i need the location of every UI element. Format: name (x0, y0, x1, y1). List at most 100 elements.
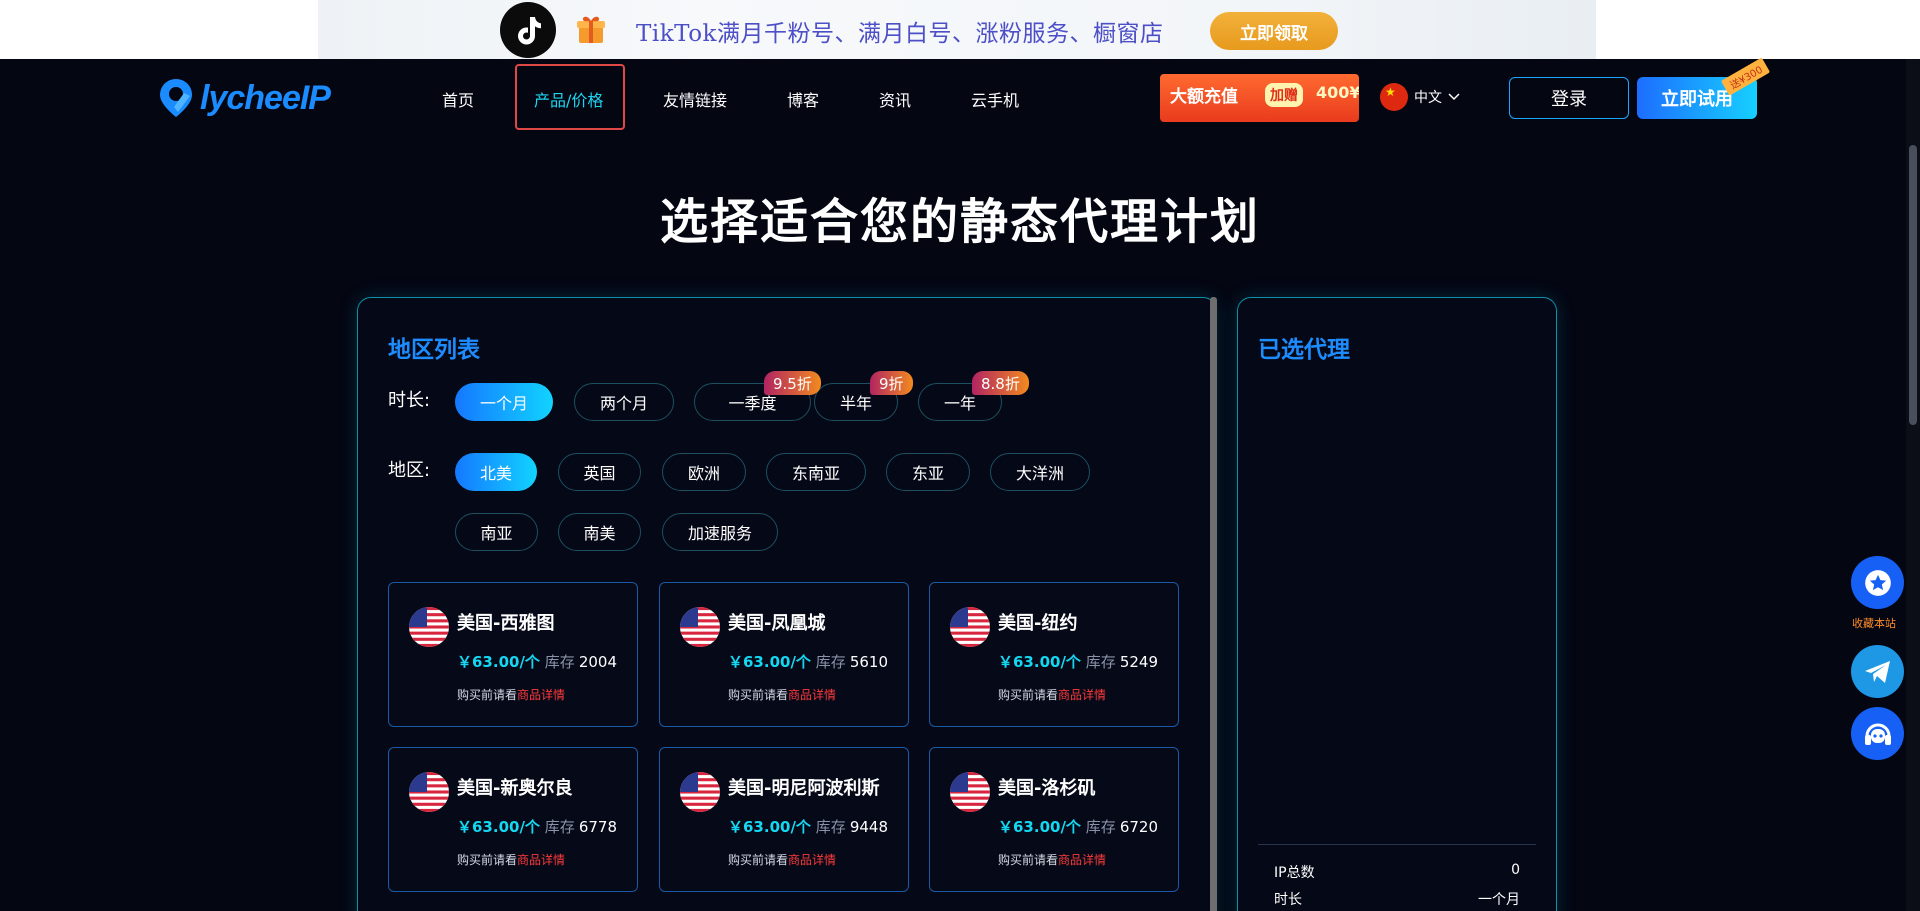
us-flag-icon (950, 772, 990, 812)
chevron-down-icon (1448, 93, 1460, 101)
nav-products-pricing[interactable]: 产品/价格 (534, 87, 603, 111)
favorite-site-button[interactable] (1851, 556, 1904, 609)
duration-row: 时长 一个月 (1274, 889, 1520, 909)
discount-badge: 8.8折 (972, 371, 1029, 395)
purchase-note: 购买前请看商品详情 (998, 851, 1106, 868)
region-east-asia[interactable]: 东亚 (886, 453, 970, 491)
location-stock: 库存 2004 (545, 651, 617, 672)
recharge-promo-banner[interactable]: 大额充值 加赠 400¥ (1160, 74, 1359, 122)
product-details-link[interactable]: 商品详情 (517, 688, 565, 702)
stock-label: 库存 (815, 653, 846, 671)
stock-label: 库存 (544, 653, 575, 671)
duration-label: 时长: (388, 390, 431, 411)
location-card[interactable]: 美国-新奥尔良 ￥63.00/个 库存 6778 购买前请看商品详情 (388, 747, 638, 892)
nav-blog[interactable]: 博客 (787, 87, 819, 111)
selected-duration-value: 一个月 (1478, 892, 1520, 908)
duration-two-months[interactable]: 两个月 (574, 383, 674, 421)
telegram-icon (1864, 660, 1890, 683)
stock-label: 库存 (544, 818, 575, 836)
tiktok-icon (500, 2, 556, 58)
nav-cloud-phone[interactable]: 云手机 (971, 87, 1019, 111)
stock-label: 库存 (1085, 818, 1116, 836)
nav-home[interactable]: 首页 (442, 87, 474, 111)
customer-service-button[interactable] (1851, 707, 1904, 760)
region-acceleration-service[interactable]: 加速服务 (662, 513, 778, 551)
stock-value: 2004 (578, 653, 617, 671)
divider (1258, 844, 1536, 845)
login-button[interactable]: 登录 (1509, 77, 1629, 119)
region-uk[interactable]: 英国 (558, 453, 641, 491)
stock-label: 库存 (1085, 653, 1116, 671)
claim-now-button[interactable]: 立即领取 (1210, 12, 1338, 50)
location-name: 美国-凤凰城 (728, 613, 826, 634)
location-card[interactable]: 美国-洛杉矶 ￥63.00/个 库存 6720 购买前请看商品详情 (929, 747, 1179, 892)
location-stock: 库存 5249 (1086, 651, 1158, 672)
promo-banner[interactable]: TikTok满月千粉号、满月白号、涨粉服务、橱窗店 立即领取 (0, 0, 1920, 59)
purchase-note: 购买前请看商品详情 (457, 851, 565, 868)
location-card[interactable]: 美国-西雅图 ￥63.00/个 库存 2004 购买前请看商品详情 (388, 582, 638, 727)
location-price: ￥63.00/个 (728, 818, 811, 836)
purchase-note: 购买前请看商品详情 (998, 686, 1106, 703)
ip-total-row: IP总数 0 (1274, 862, 1520, 882)
selected-duration-label: 时长 (1274, 892, 1302, 908)
location-stock: 库存 9448 (816, 816, 888, 837)
location-price: ￥63.00/个 (728, 653, 811, 671)
promo-tag: 加赠 (1265, 83, 1303, 107)
discount-badge: 9.5折 (764, 371, 821, 395)
purchase-note: 购买前请看商品详情 (457, 686, 565, 703)
location-stock: 库存 6778 (545, 816, 617, 837)
purchase-note-text: 购买前请看 (728, 853, 789, 867)
location-price: ￥63.00/个 (998, 818, 1081, 836)
top-navigation: lycheeIP 首页 产品/价格 友情链接 博客 资讯 云手机 大额充值 加赠… (0, 57, 1906, 135)
location-card[interactable]: 美国-明尼阿波利斯 ￥63.00/个 库存 9448 购买前请看商品详情 (659, 747, 909, 892)
selected-proxies-panel (1237, 297, 1557, 911)
location-card[interactable]: 美国-凤凰城 ￥63.00/个 库存 5610 购买前请看商品详情 (659, 582, 909, 727)
stock-value: 5610 (849, 653, 888, 671)
location-stock: 库存 5610 (816, 651, 888, 672)
ip-total-value: 0 (1511, 862, 1520, 878)
telegram-button[interactable] (1851, 645, 1904, 698)
region-europe[interactable]: 欧洲 (662, 453, 746, 491)
ip-total-label: IP总数 (1274, 865, 1315, 881)
location-card[interactable]: 美国-纽约 ￥63.00/个 库存 5249 购买前请看商品详情 (929, 582, 1179, 727)
star-icon (1864, 569, 1891, 596)
region-southeast-asia[interactable]: 东南亚 (766, 453, 866, 491)
product-details-link[interactable]: 商品详情 (1058, 853, 1106, 867)
duration-one-month[interactable]: 一个月 (455, 383, 553, 421)
stock-label: 库存 (815, 818, 846, 836)
china-flag-icon (1380, 83, 1408, 111)
location-pin-icon (160, 79, 192, 117)
location-name: 美国-明尼阿波利斯 (728, 778, 880, 799)
product-details-link[interactable]: 商品详情 (517, 853, 565, 867)
nav-news[interactable]: 资讯 (879, 87, 911, 111)
lycheeip-logo[interactable]: lycheeIP (156, 76, 331, 120)
location-price: ￥63.00/个 (998, 653, 1081, 671)
purchase-note: 购买前请看商品详情 (728, 851, 836, 868)
location-price: ￥63.00/个 (457, 653, 540, 671)
logo-text: lycheeIP (200, 78, 331, 117)
banner-text: TikTok满月千粉号、满月白号、涨粉服务、橱窗店 (636, 21, 1164, 47)
purchase-note-text: 购买前请看 (998, 688, 1059, 702)
region-north-america[interactable]: 北美 (455, 453, 537, 491)
location-stock: 库存 6720 (1086, 816, 1158, 837)
region-oceania[interactable]: 大洋洲 (990, 453, 1090, 491)
purchase-note-text: 购买前请看 (457, 688, 518, 702)
region-south-america[interactable]: 南美 (558, 513, 641, 551)
product-details-link[interactable]: 商品详情 (788, 853, 836, 867)
nav-friend-links[interactable]: 友情链接 (663, 87, 727, 111)
page-scroll-thumb[interactable] (1909, 145, 1917, 425)
region-list-title: 地区列表 (388, 337, 480, 363)
discount-badge: 9折 (870, 371, 913, 395)
us-flag-icon (409, 772, 449, 812)
location-name: 美国-纽约 (998, 613, 1078, 634)
region-south-asia[interactable]: 南亚 (455, 513, 538, 551)
stock-value: 5249 (1119, 653, 1158, 671)
stock-value: 9448 (849, 818, 888, 836)
us-flag-icon (950, 607, 990, 647)
panel-scrollbar[interactable] (1210, 297, 1217, 911)
product-details-link[interactable]: 商品详情 (1058, 688, 1106, 702)
headset-icon (1864, 723, 1891, 745)
product-details-link[interactable]: 商品详情 (788, 688, 836, 702)
stock-value: 6778 (578, 818, 617, 836)
language-selector[interactable]: 中文 (1380, 83, 1460, 111)
